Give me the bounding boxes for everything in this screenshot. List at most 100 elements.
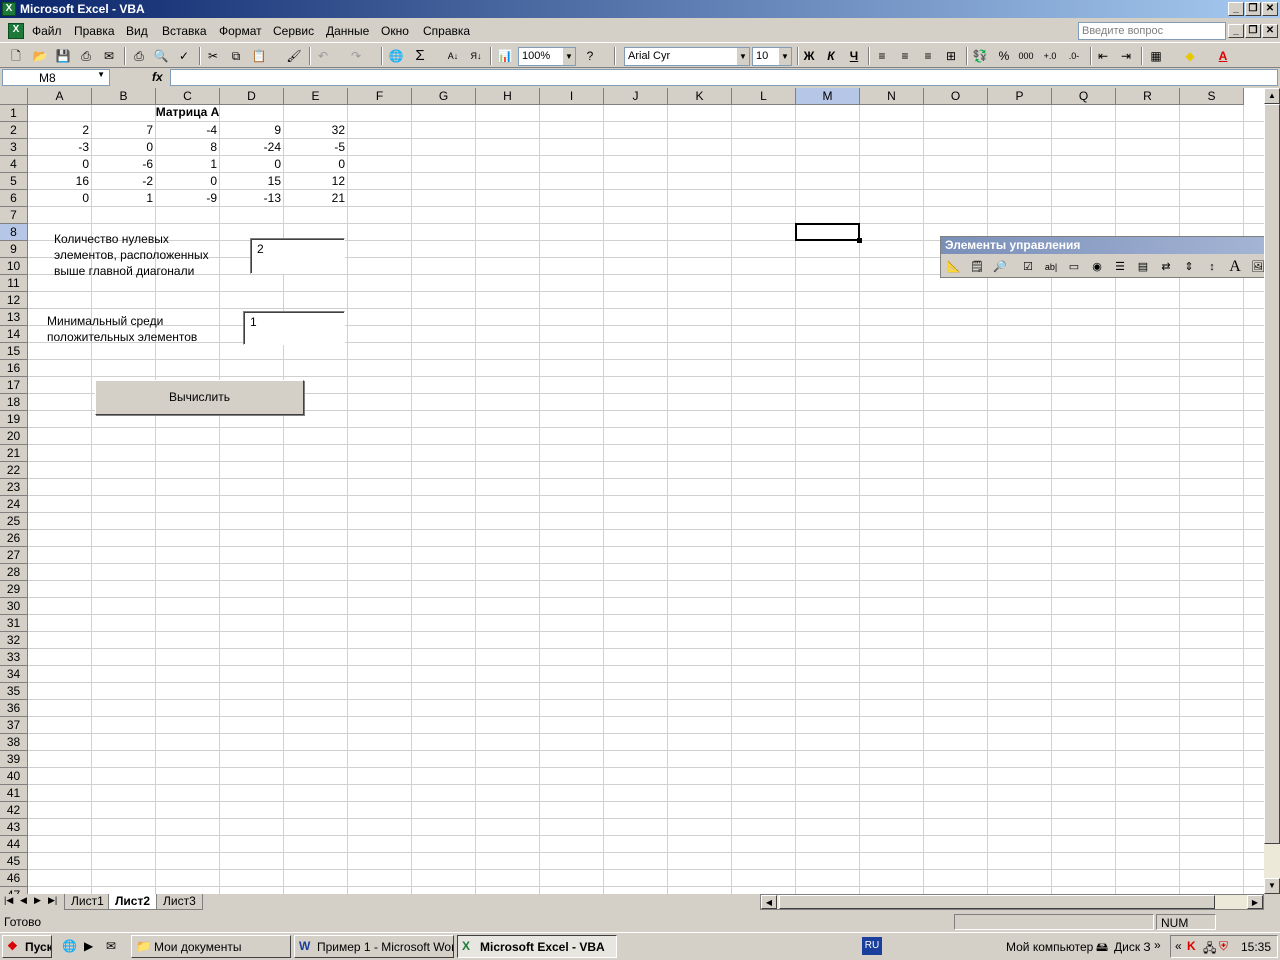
menu-edit[interactable]: Правка: [74, 24, 115, 38]
column-header-a[interactable]: A: [28, 88, 92, 105]
row-header-35[interactable]: 35: [0, 683, 28, 700]
matrix-cell[interactable]: -9: [156, 190, 220, 207]
column-header-q[interactable]: Q: [1052, 88, 1116, 105]
row-header-46[interactable]: 46: [0, 870, 28, 887]
view-code-icon[interactable]: 🔎: [991, 258, 1009, 276]
row-header-30[interactable]: 30: [0, 598, 28, 615]
paste-icon[interactable]: 📋: [251, 48, 267, 64]
tab-sheet1[interactable]: Лист1: [64, 894, 111, 910]
matrix-cell[interactable]: 9: [220, 122, 284, 139]
column-header-i[interactable]: I: [540, 88, 604, 105]
row-header-5[interactable]: 5: [0, 173, 28, 190]
excel-app-icon[interactable]: X: [2, 2, 16, 16]
matrix-cell[interactable]: 21: [284, 190, 348, 207]
row-header-12[interactable]: 12: [0, 292, 28, 309]
media-player-icon[interactable]: ▶: [84, 939, 93, 953]
matrix-cell[interactable]: 0: [284, 156, 348, 173]
format-painter-icon[interactable]: 🖌: [286, 48, 302, 64]
scroll-up-icon[interactable]: ▲: [1264, 88, 1280, 104]
disk-icon[interactable]: 🖴: [1096, 938, 1108, 959]
column-header-s[interactable]: S: [1180, 88, 1244, 105]
menu-window[interactable]: Окно: [381, 24, 409, 38]
scroll-down-icon[interactable]: ▼: [1264, 878, 1280, 894]
column-header-h[interactable]: H: [476, 88, 540, 105]
row-header-6[interactable]: 6: [0, 190, 28, 207]
undo-icon[interactable]: ↶: [315, 48, 331, 64]
restore-button[interactable]: ❐: [1245, 2, 1261, 16]
row-header-43[interactable]: 43: [0, 819, 28, 836]
row-header-47[interactable]: 47: [0, 887, 28, 894]
column-header-e[interactable]: E: [284, 88, 348, 105]
print-preview-icon[interactable]: 🔍: [153, 48, 169, 64]
outlook-icon[interactable]: ✉: [106, 939, 116, 953]
matrix-cell[interactable]: 0: [92, 139, 156, 156]
spin-button-icon[interactable]: ⇕: [1180, 258, 1198, 276]
italic-button[interactable]: К: [823, 48, 839, 64]
disk-link[interactable]: Диск З: [1114, 940, 1151, 954]
row-header-25[interactable]: 25: [0, 513, 28, 530]
matrix-cell[interactable]: 32: [284, 122, 348, 139]
tab-sheet2[interactable]: Лист2: [108, 894, 158, 910]
font-combo[interactable]: Arial Cyr ▼: [624, 47, 750, 66]
column-header-o[interactable]: O: [924, 88, 988, 105]
font-size-combo[interactable]: 10 ▼: [752, 47, 792, 66]
row-header-9[interactable]: 9: [0, 241, 28, 258]
matrix-cell[interactable]: -24: [220, 139, 284, 156]
column-header-g[interactable]: G: [412, 88, 476, 105]
select-all-corner[interactable]: [0, 88, 28, 105]
doc-restore-button[interactable]: ❐: [1245, 24, 1261, 38]
help-icon[interactable]: ?: [582, 48, 598, 64]
matrix-cell[interactable]: -3: [28, 139, 92, 156]
row-header-17[interactable]: 17: [0, 377, 28, 394]
ie-icon[interactable]: 🌐: [62, 939, 77, 953]
scroll-thumb[interactable]: [1264, 104, 1280, 844]
open-icon[interactable]: 📂: [32, 48, 48, 64]
column-header-d[interactable]: D: [220, 88, 284, 105]
doc-minimize-button[interactable]: _: [1228, 24, 1244, 38]
button-control-icon[interactable]: ▭: [1065, 258, 1083, 276]
fill-handle[interactable]: [857, 238, 862, 243]
zero-count-textbox[interactable]: 2: [250, 238, 345, 274]
row-header-23[interactable]: 23: [0, 479, 28, 496]
row-header-28[interactable]: 28: [0, 564, 28, 581]
menu-tools[interactable]: Сервис: [273, 24, 314, 38]
row-header-8[interactable]: 8: [0, 224, 28, 241]
design-mode-icon[interactable]: 📐: [945, 258, 963, 276]
matrix-cell[interactable]: 0: [156, 173, 220, 190]
column-header-k[interactable]: K: [668, 88, 732, 105]
min-positive-textbox[interactable]: 1: [243, 311, 345, 345]
column-header-p[interactable]: P: [988, 88, 1052, 105]
matrix-cell[interactable]: -13: [220, 190, 284, 207]
zoom-combo[interactable]: 100% ▼: [518, 47, 576, 66]
matrix-cell[interactable]: 1: [92, 190, 156, 207]
combobox-control-icon[interactable]: ▤: [1134, 258, 1152, 276]
task-my-documents[interactable]: 📁 Мои документы: [131, 935, 291, 958]
ask-question-input[interactable]: Введите вопрос: [1078, 22, 1226, 40]
row-header-32[interactable]: 32: [0, 632, 28, 649]
matrix-cell[interactable]: 7: [92, 122, 156, 139]
matrix-cell[interactable]: 2: [28, 122, 92, 139]
listbox-control-icon[interactable]: ☰: [1111, 258, 1129, 276]
sort-ascending-icon[interactable]: A↓: [445, 48, 461, 64]
row-header-41[interactable]: 41: [0, 785, 28, 802]
row-header-26[interactable]: 26: [0, 530, 28, 547]
align-center-icon[interactable]: ≡: [897, 48, 913, 64]
matrix-cell[interactable]: 8: [156, 139, 220, 156]
scroll-left-icon[interactable]: ◀: [761, 895, 777, 909]
copy-icon[interactable]: ⧉: [228, 48, 244, 64]
first-sheet-icon[interactable]: |◀: [4, 895, 13, 906]
new-icon[interactable]: 🗋: [8, 48, 24, 64]
row-header-20[interactable]: 20: [0, 428, 28, 445]
menu-insert[interactable]: Вставка: [162, 24, 207, 38]
row-header-27[interactable]: 27: [0, 547, 28, 564]
row-header-31[interactable]: 31: [0, 615, 28, 632]
matrix-cell[interactable]: 1: [156, 156, 220, 173]
chevron-icon[interactable]: »: [1154, 938, 1161, 952]
control-toolbox-title[interactable]: Элементы управления: [941, 237, 1280, 254]
tray-arrow-icon[interactable]: «: [1175, 939, 1182, 953]
task-excel[interactable]: X Microsoft Excel - VBA: [457, 935, 617, 958]
next-sheet-icon[interactable]: ▶: [34, 895, 41, 906]
scrollbar-control-icon[interactable]: ↕: [1203, 258, 1221, 276]
currency-icon[interactable]: 💱: [972, 48, 988, 64]
row-header-13[interactable]: 13: [0, 309, 28, 326]
